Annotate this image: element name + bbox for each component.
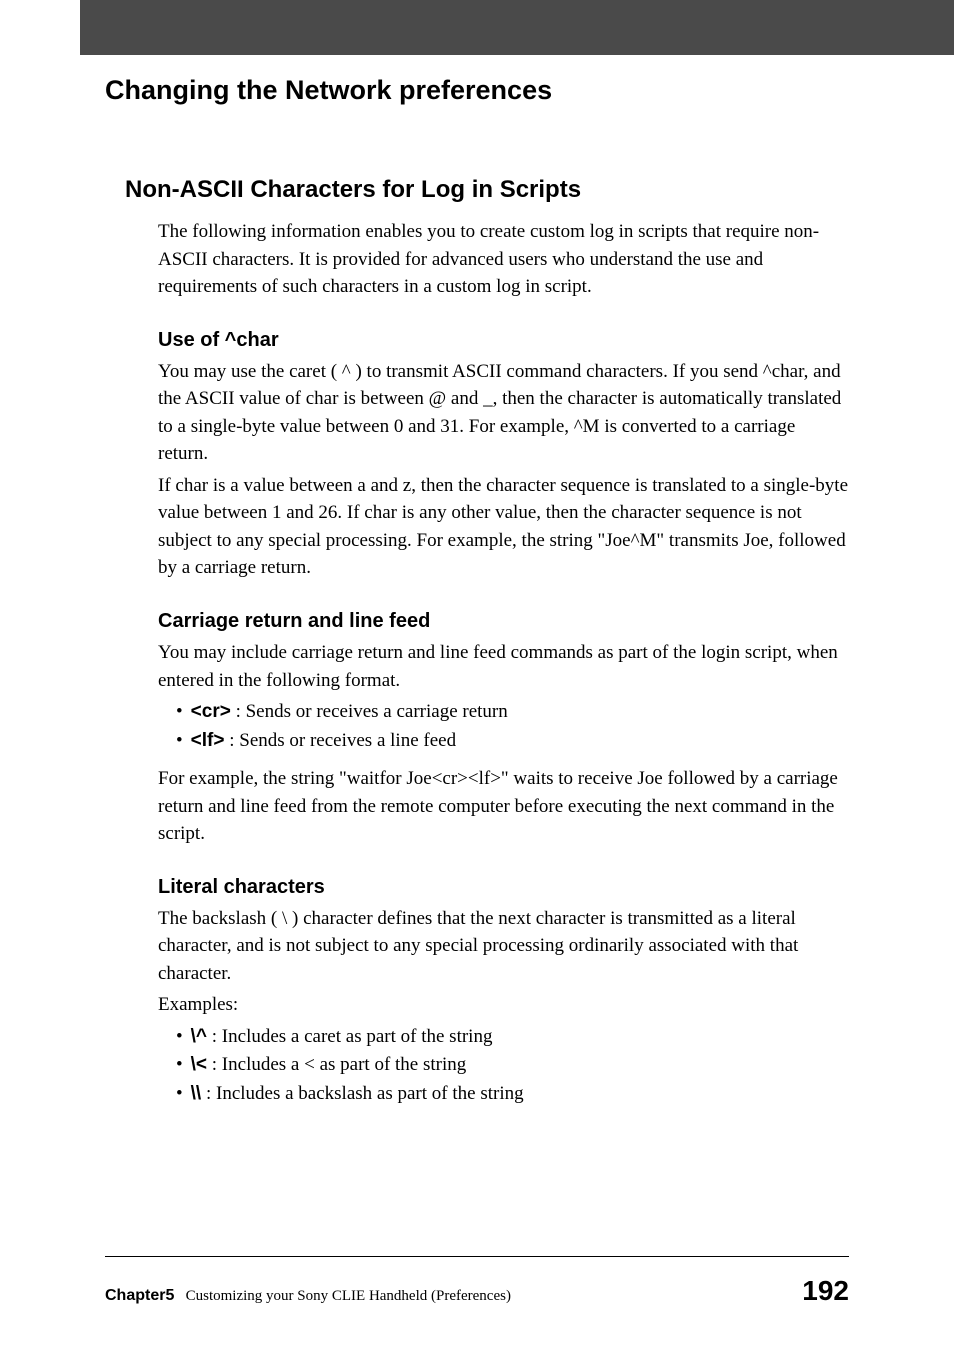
bullet-rest: : Sends or receives a carriage return <box>231 701 508 722</box>
chapter-label: Chapter5 <box>105 1287 174 1304</box>
footer-left: Chapter5 Customizing your Sony CLIE Hand… <box>105 1287 511 1305</box>
page-content: Changing the Network preferences Non-ASC… <box>0 0 954 1108</box>
literal-bullet-list: \^ : Includes a caret as part of the str… <box>158 1023 849 1109</box>
page-number: 192 <box>802 1275 849 1307</box>
subsection-crlf-para2: For example, the string "waitfor Joe<cr>… <box>158 765 849 848</box>
list-item: <cr> : Sends or receives a carriage retu… <box>158 698 849 727</box>
subsection-char-para2: If char is a value between a and z, then… <box>158 472 849 582</box>
subsection-crlf-title: Carriage return and line feed <box>158 610 849 633</box>
chapter-title <box>178 1288 186 1304</box>
bullet-bold: <lf> <box>191 730 225 751</box>
bullet-bold: \^ <box>191 1026 207 1047</box>
list-item: \\ : Includes a backslash as part of the… <box>158 1080 849 1109</box>
bullet-rest: : Includes a backslash as part of the st… <box>201 1083 523 1104</box>
subsection-crlf-para1: You may include carriage return and line… <box>158 639 849 694</box>
bullet-bold: \\ <box>191 1083 202 1104</box>
subsection-literal-para1: The backslash ( \ ) character defines th… <box>158 905 849 988</box>
page-footer: Chapter5 Customizing your Sony CLIE Hand… <box>105 1256 849 1307</box>
subsection-literal-title: Literal characters <box>158 876 849 899</box>
page-title: Changing the Network preferences <box>105 75 849 106</box>
section-intro: The following information enables you to… <box>158 218 849 301</box>
chapter-title-text: Customizing your Sony CLIE Handheld (Pre… <box>186 1288 511 1304</box>
bullet-rest: : Includes a < as part of the string <box>207 1054 466 1075</box>
subsection-char-title: Use of ^char <box>158 329 849 352</box>
header-bar <box>80 0 954 55</box>
list-item: \< : Includes a < as part of the string <box>158 1051 849 1080</box>
subsection-char-para1: You may use the caret ( ^ ) to transmit … <box>158 358 849 468</box>
list-item: <lf> : Sends or receives a line feed <box>158 727 849 756</box>
bullet-rest: : Sends or receives a line feed <box>224 730 456 751</box>
bullet-bold: \< <box>191 1054 207 1075</box>
crlf-bullet-list: <cr> : Sends or receives a carriage retu… <box>158 698 849 755</box>
bullet-rest: : Includes a caret as part of the string <box>207 1026 492 1047</box>
bullet-bold: <cr> <box>191 701 231 722</box>
list-item: \^ : Includes a caret as part of the str… <box>158 1023 849 1052</box>
section-title: Non-ASCII Characters for Log in Scripts <box>125 176 849 204</box>
subsection-literal-para2: Examples: <box>158 991 849 1019</box>
